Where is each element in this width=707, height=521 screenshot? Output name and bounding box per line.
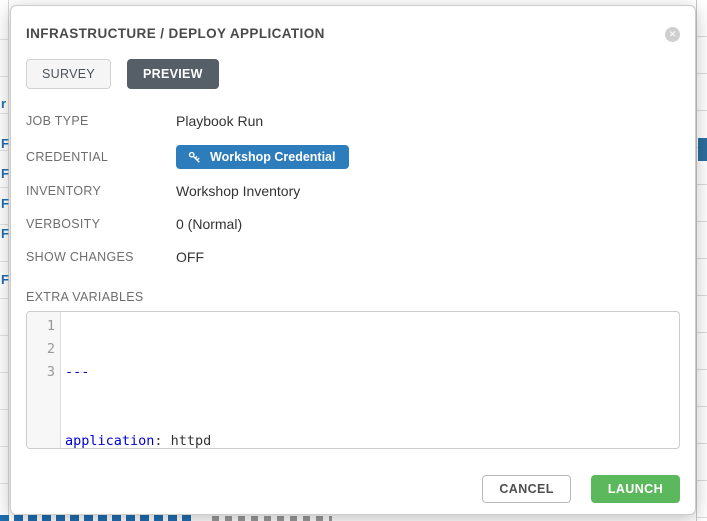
show-changes-label: SHOW CHANGES	[26, 250, 176, 264]
background-text-fragment: F	[1, 226, 9, 241]
modal-header: INFRASTRUCTURE / DEPLOY APPLICATION ✕	[26, 26, 680, 42]
extra-variables-label: EXTRA VARIABLES	[26, 290, 680, 304]
detail-row-verbosity: VERBOSITY 0 (Normal)	[26, 215, 680, 233]
deploy-application-modal: INFRASTRUCTURE / DEPLOY APPLICATION ✕ SU…	[10, 5, 696, 515]
line-number: 1	[27, 315, 55, 338]
cancel-button[interactable]: CANCEL	[482, 475, 570, 503]
tab-bar: SURVEY PREVIEW	[26, 59, 680, 89]
background-table-edge-right	[696, 0, 707, 521]
line-number: 3	[27, 361, 55, 384]
close-icon[interactable]: ✕	[665, 27, 680, 42]
credential-badge[interactable]: Workshop Credential	[176, 145, 349, 169]
detail-row-credential: CREDENTIAL Workshop Credential	[26, 145, 680, 169]
detail-row-show-changes: SHOW CHANGES OFF	[26, 248, 680, 266]
show-changes-value: OFF	[176, 249, 204, 265]
extra-variables-editor[interactable]: 1 2 3 --- application: httpd	[26, 311, 680, 449]
background-blue-fragment	[698, 138, 707, 161]
code-line: ---	[65, 361, 679, 384]
editor-code-area[interactable]: --- application: httpd	[61, 312, 679, 448]
detail-row-job-type: JOB TYPE Playbook Run	[26, 112, 680, 130]
background-table-edge-left: r F F F F F	[0, 0, 9, 521]
background-text-fragment: F	[1, 166, 9, 181]
background-text-fragment: r	[1, 96, 9, 111]
background-text-fragment-bottom	[0, 515, 195, 521]
background-text-fragment-bottom-gray	[212, 516, 332, 521]
job-details: JOB TYPE Playbook Run CREDENTIAL Worksho…	[26, 112, 680, 281]
verbosity-label: VERBOSITY	[26, 217, 176, 231]
background-text-fragment: F	[1, 272, 9, 287]
background-text-fragment: F	[1, 136, 9, 151]
code-line: application: httpd	[65, 430, 679, 449]
credential-badge-label: Workshop Credential	[210, 150, 335, 164]
key-icon	[188, 151, 201, 164]
credential-label: CREDENTIAL	[26, 150, 176, 164]
detail-row-inventory: INVENTORY Workshop Inventory	[26, 182, 680, 200]
job-type-value: Playbook Run	[176, 113, 263, 129]
editor-line-numbers: 1 2 3	[27, 312, 61, 448]
tab-preview[interactable]: PREVIEW	[127, 59, 219, 89]
inventory-value: Workshop Inventory	[176, 183, 300, 199]
modal-title: INFRASTRUCTURE / DEPLOY APPLICATION	[26, 26, 325, 41]
inventory-label: INVENTORY	[26, 184, 176, 198]
job-type-label: JOB TYPE	[26, 114, 176, 128]
line-number: 2	[27, 338, 55, 361]
verbosity-value: 0 (Normal)	[176, 216, 242, 232]
tab-survey[interactable]: SURVEY	[26, 59, 111, 89]
background-text-fragment: F	[1, 196, 9, 211]
modal-footer: CANCEL LAUNCH	[26, 475, 680, 503]
launch-button[interactable]: LAUNCH	[591, 475, 680, 503]
